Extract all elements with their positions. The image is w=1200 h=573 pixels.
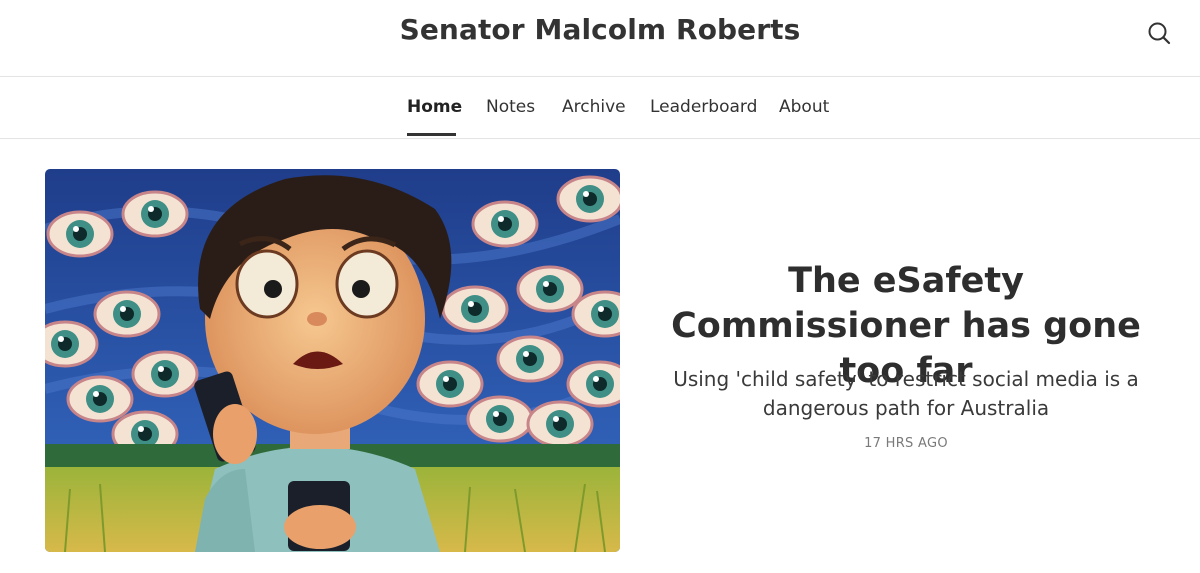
featured-post-subtitle: Using 'child safety' to restrict social … xyxy=(673,367,1139,420)
nav-item-leaderboard[interactable]: Leaderboard xyxy=(650,97,757,117)
nav-item-notes[interactable]: Notes xyxy=(486,97,535,117)
nav-item-about[interactable]: About xyxy=(779,97,829,117)
featured-post-date: 17 HRS AGO xyxy=(864,436,948,451)
site-header: Senator Malcolm Roberts xyxy=(0,0,1200,77)
featured-post-image[interactable] xyxy=(45,169,620,552)
search-icon[interactable] xyxy=(1145,19,1173,47)
site-title[interactable]: Senator Malcolm Roberts xyxy=(0,13,1200,46)
active-tab-indicator xyxy=(407,133,456,136)
nav-item-home[interactable]: Home xyxy=(407,97,462,117)
main-nav: Home Notes Archive Leaderboard About xyxy=(0,77,1200,139)
nav-item-archive[interactable]: Archive xyxy=(562,97,626,117)
